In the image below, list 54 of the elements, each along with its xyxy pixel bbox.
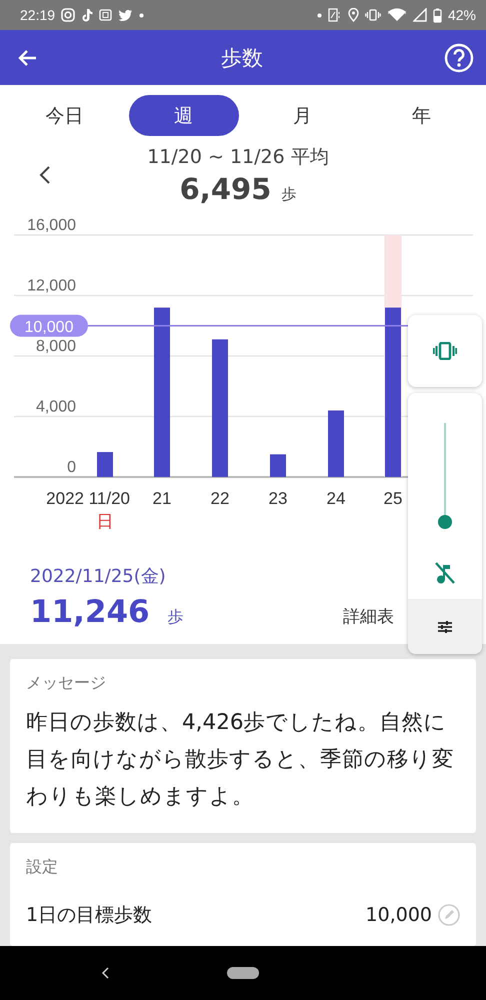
home-handle[interactable] xyxy=(227,967,259,979)
card-title: メッセージ xyxy=(26,673,107,694)
weekday-label: 日 xyxy=(96,512,114,531)
day-steps: 11,246 xyxy=(30,594,150,630)
help-icon[interactable] xyxy=(444,42,474,72)
x-axis-label: 24 xyxy=(326,489,346,508)
y-axis-label: 12,000 xyxy=(27,278,76,294)
vibrate-icon xyxy=(364,9,381,21)
card-title: 設定 xyxy=(26,857,59,878)
music-muted-icon[interactable] xyxy=(434,561,456,585)
ref-line-label: 10,000 xyxy=(24,318,74,336)
message-text: 昨日の歩数は、4,426歩でしたね。自然に目を向けながら散歩すると、季節の移り変わりも楽しめますよ。 xyxy=(26,709,455,811)
dot-icon xyxy=(316,12,322,18)
back-nav-icon[interactable] xyxy=(100,966,110,980)
y-axis-label: 4,000 xyxy=(36,398,76,416)
music-note-icon xyxy=(81,8,94,22)
date-range: 11/20 ~ 11/26 平均 xyxy=(147,145,329,170)
average-steps: 6,495 xyxy=(180,172,272,206)
wifi-icon xyxy=(386,8,407,22)
setting-value: 10,000 xyxy=(366,904,432,926)
camera-icon xyxy=(61,8,76,22)
previous-chevron-icon[interactable] xyxy=(38,164,52,186)
battery-icon xyxy=(432,8,442,22)
x-axis-label: 23 xyxy=(268,489,288,508)
settings-sliders-icon[interactable] xyxy=(437,620,453,634)
x-axis-label: 21 xyxy=(152,489,172,508)
period-tab[interactable]: 年 xyxy=(366,95,476,136)
period-tab[interactable]: 今日 xyxy=(10,95,120,136)
bird-icon xyxy=(118,8,134,22)
vibrate-mode-button[interactable] xyxy=(408,315,482,387)
details-link[interactable]: 詳細表 xyxy=(343,605,394,628)
x-axis-label: 25 xyxy=(384,489,402,508)
screen-title: 歩数 xyxy=(220,44,264,72)
app-icon xyxy=(99,8,112,22)
x-axis-label: 2022 11/20 xyxy=(46,489,130,508)
location-icon xyxy=(348,8,359,22)
nfc-icon xyxy=(328,8,342,22)
x-axis-label: 22 xyxy=(210,489,230,508)
y-axis-label: 16,000 xyxy=(27,217,76,234)
signal-icon xyxy=(412,8,427,22)
y-axis-label: 0 xyxy=(67,459,76,476)
vibrate-icon xyxy=(433,342,457,360)
setting-label: 1日の目標歩数 xyxy=(26,903,154,928)
goal-label: 10,000 xyxy=(10,314,88,337)
selected-date: 2022/11/25(金) xyxy=(30,565,166,588)
steps-unit: 歩 xyxy=(281,185,296,204)
bar[interactable] xyxy=(270,454,286,477)
battery-percent: 42% xyxy=(448,7,476,23)
steps-unit: 歩 xyxy=(168,607,185,628)
period-tab[interactable]: 週 xyxy=(128,95,238,136)
period-tab[interactable]: 月 xyxy=(248,95,358,136)
y-axis-label: 8,000 xyxy=(36,338,76,355)
dot-icon xyxy=(139,12,144,18)
clock-time: 22:19 xyxy=(20,7,56,23)
